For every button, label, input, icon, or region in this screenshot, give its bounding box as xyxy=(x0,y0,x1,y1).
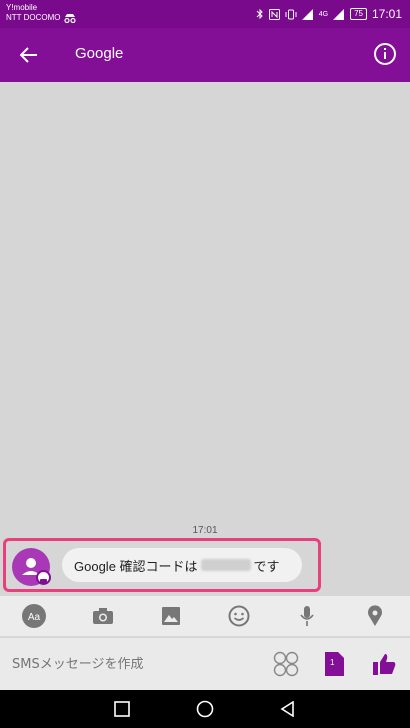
message-input[interactable] xyxy=(0,650,260,678)
incognito-icon xyxy=(64,14,76,23)
square-icon xyxy=(114,701,130,717)
message-bubble[interactable]: Google 確認コードは です xyxy=(62,548,302,582)
nfc-icon xyxy=(268,8,280,20)
signal-icon-1 xyxy=(301,8,313,20)
vibrate-icon xyxy=(285,9,297,19)
battery-indicator: 75 xyxy=(350,8,367,20)
image-button[interactable] xyxy=(158,603,184,629)
location-icon xyxy=(368,605,382,626)
sim-select-button[interactable]: 1 xyxy=(320,650,348,678)
mic-icon xyxy=(300,606,314,626)
app-bar: Google xyxy=(0,28,410,82)
triangle-back-icon xyxy=(280,701,294,717)
status-bar: Y!mobile NTT DOCOMO 4G 75 17:01 xyxy=(0,0,410,28)
conversation-title: Google xyxy=(75,45,124,62)
message-badge-icon xyxy=(36,570,51,585)
carrier-secondary: NTT DOCOMO xyxy=(6,13,61,22)
text-format-button[interactable]: Aa xyxy=(21,603,47,629)
back-nav-button[interactable] xyxy=(278,699,298,719)
like-send-button[interactable] xyxy=(370,650,398,678)
message-text-suffix: です xyxy=(253,558,280,574)
home-button[interactable] xyxy=(195,699,215,719)
svg-text:Aa: Aa xyxy=(28,612,41,623)
carrier-primary: Y!mobile xyxy=(6,3,38,12)
image-icon xyxy=(162,607,180,625)
signal-icon-2 xyxy=(333,8,345,20)
emoji-button[interactable] xyxy=(226,603,252,629)
circle-icon xyxy=(196,700,214,718)
thumbs-up-icon xyxy=(373,654,396,675)
status-icons: 4G 75 17:01 xyxy=(256,5,402,23)
sticker-button[interactable] xyxy=(272,650,300,678)
sticker-icon xyxy=(273,651,299,677)
back-button[interactable] xyxy=(14,40,44,70)
arrow-left-icon xyxy=(20,47,37,63)
message-timestamp: 17:01 xyxy=(192,525,218,536)
carrier-info: Y!mobile NTT DOCOMO xyxy=(6,3,61,23)
hidden-code xyxy=(200,559,251,571)
bluetooth-icon xyxy=(256,8,263,20)
network-label: 4G xyxy=(318,10,329,18)
info-icon xyxy=(374,43,396,65)
camera-button[interactable] xyxy=(90,603,116,629)
emoji-icon xyxy=(228,605,250,627)
recents-button[interactable] xyxy=(112,699,132,719)
status-time: 17:01 xyxy=(371,7,402,21)
location-button[interactable] xyxy=(362,603,388,629)
sim-label: 1 xyxy=(330,658,335,667)
camera-icon xyxy=(93,608,113,624)
system-nav-bar xyxy=(0,690,410,728)
mic-button[interactable] xyxy=(294,603,320,629)
message-text-prefix: Google 確認コードは xyxy=(74,558,198,574)
attachment-toolbar: Aa xyxy=(0,596,410,636)
info-button[interactable] xyxy=(372,41,398,67)
text-format-icon: Aa xyxy=(22,604,46,628)
compose-bar: 1 xyxy=(0,638,410,690)
